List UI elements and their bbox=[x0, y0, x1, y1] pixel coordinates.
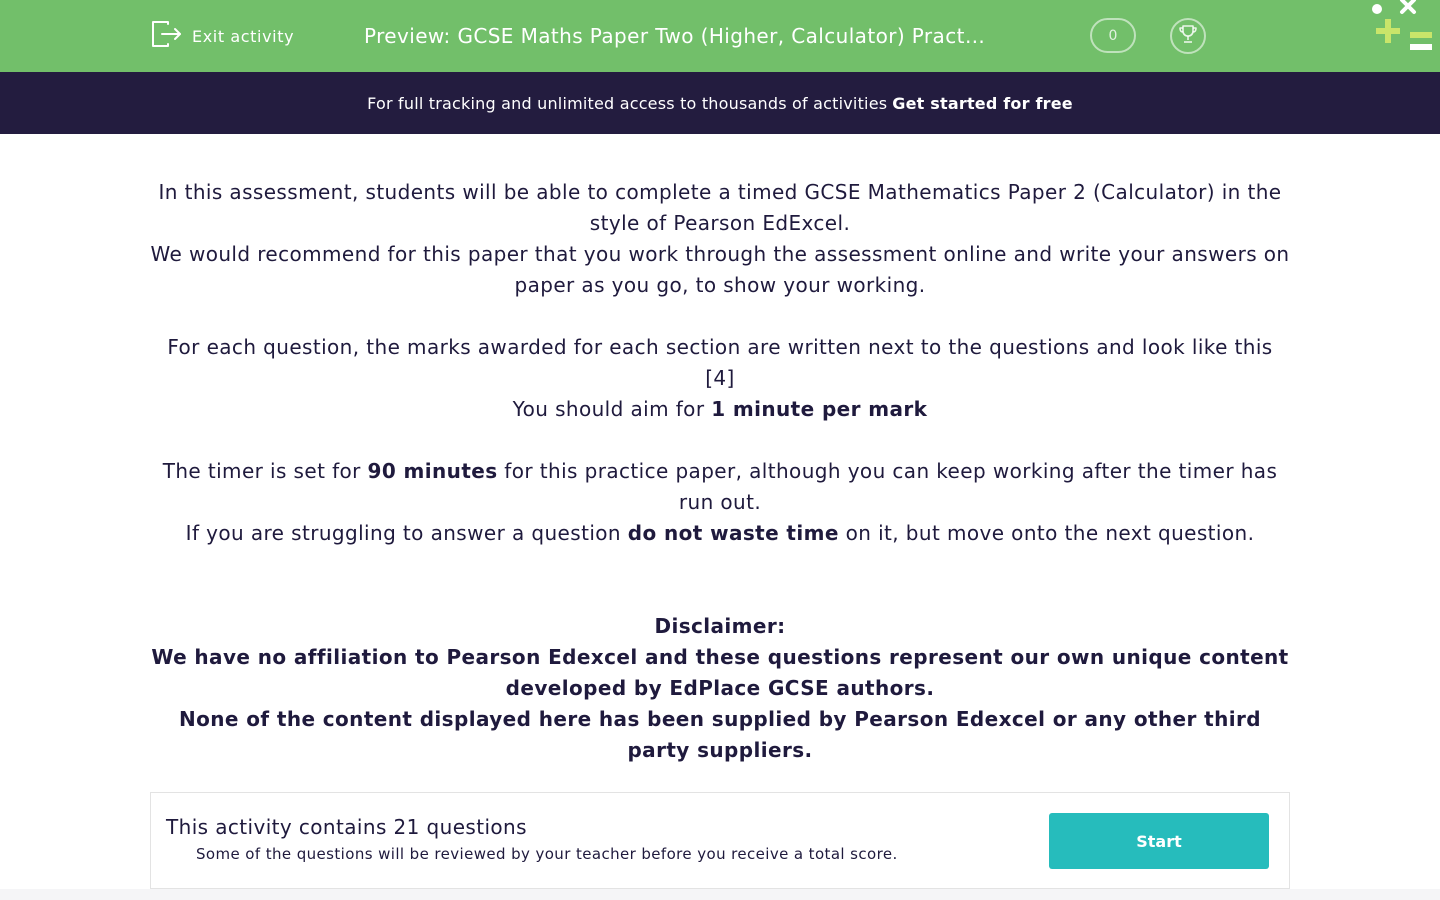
promo-text: For full tracking and unlimited access t… bbox=[367, 93, 888, 113]
review-notice-text: Some of the questions will be reviewed b… bbox=[196, 845, 898, 863]
get-started-link[interactable]: Get started for free bbox=[892, 94, 1073, 113]
exit-icon bbox=[150, 19, 182, 53]
disclaimer-line-1: We have no affiliation to Pearson Edexce… bbox=[151, 645, 1289, 700]
disclaimer-line-2: None of the content displayed here has b… bbox=[179, 707, 1261, 762]
intro-paragraph-4: You should aim for 1 minute per mark bbox=[512, 397, 928, 421]
activity-info-card: This activity contains 21 questions Some… bbox=[150, 792, 1290, 889]
promo-banner: For full tracking and unlimited access t… bbox=[0, 72, 1440, 134]
start-button[interactable]: Start bbox=[1049, 813, 1269, 869]
question-count-text: This activity contains 21 questions bbox=[166, 815, 527, 839]
trophy-button[interactable] bbox=[1170, 18, 1206, 54]
exit-activity-button[interactable]: Exit activity bbox=[150, 20, 294, 52]
intro-content: In this assessment, students will be abl… bbox=[150, 177, 1290, 766]
trophy-icon bbox=[1177, 23, 1199, 49]
exit-activity-label: Exit activity bbox=[192, 26, 295, 46]
page-footer-strip bbox=[0, 889, 1440, 900]
top-bar: Exit activity Preview: GCSE Maths Paper … bbox=[0, 0, 1440, 72]
intro-paragraph-2: We would recommend for this paper that y… bbox=[150, 242, 1290, 297]
score-badge: 0 bbox=[1090, 18, 1136, 53]
intro-paragraph-5: The timer is set for 90 minutes for this… bbox=[162, 459, 1278, 514]
disclaimer-heading: Disclaimer: bbox=[654, 614, 786, 638]
intro-paragraph-1: In this assessment, students will be abl… bbox=[158, 180, 1282, 235]
intro-paragraph-3: For each question, the marks awarded for… bbox=[167, 335, 1273, 390]
intro-paragraph-6: If you are struggling to answer a questi… bbox=[185, 521, 1255, 545]
activity-title: Preview: GCSE Maths Paper Two (Higher, C… bbox=[364, 24, 986, 48]
edplace-logo-icon bbox=[1366, 0, 1440, 60]
